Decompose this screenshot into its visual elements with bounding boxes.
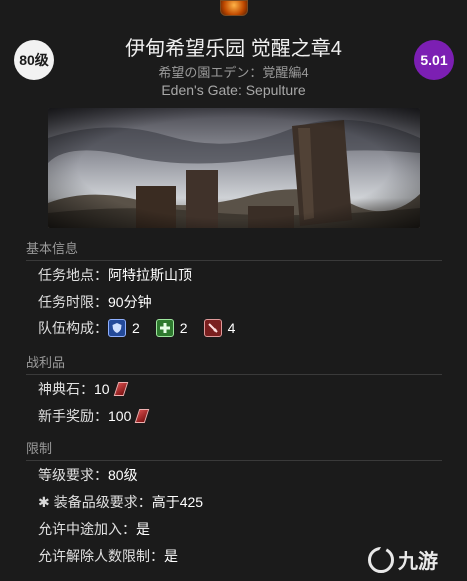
sword-icon	[203, 319, 222, 337]
level-requirement-value: 80级	[108, 467, 138, 483]
join-in-progress-row: 允许中途加入： 是	[38, 519, 150, 539]
watermark-logo-icon	[368, 546, 394, 573]
shield-icon	[108, 319, 126, 337]
section-basic-info: 基本信息	[26, 238, 442, 261]
level-requirement-label: 等级要求：	[38, 467, 108, 483]
rookie-bonus-label: 新手奖励：	[38, 408, 108, 424]
join-in-progress-value: 是	[136, 521, 150, 537]
duty-subtitle-jp: 希望の園エデン：覚醒編4	[158, 65, 309, 80]
item-level-requirement-value: 高于425	[151, 494, 204, 510]
time-limit-label: 任务时限：	[38, 294, 108, 310]
rookie-bonus-row: 新手奖励： 100	[38, 406, 150, 426]
unrestricted-party-label: 允许解除人数限制：	[38, 548, 164, 564]
healer-count: 2	[179, 320, 188, 336]
location-value: 阿特拉斯山顶	[108, 267, 192, 283]
cross-icon	[155, 319, 174, 337]
tomestone-row: 神典石： 10	[38, 379, 128, 399]
party-label: 队伍构成：	[38, 320, 108, 336]
dps-count: 4	[227, 320, 236, 336]
time-limit-row: 任务时限： 90分钟	[38, 292, 152, 312]
duty-banner-image	[48, 108, 420, 228]
item-level-requirement-row: ✱ 装备品级要求： 高于425	[38, 492, 203, 512]
duty-icon	[220, 0, 248, 16]
location-row: 任务地点： 阿特拉斯山顶	[38, 265, 192, 285]
tomestone-icon	[113, 382, 128, 396]
level-requirement-row: 等级要求： 80级	[38, 465, 138, 485]
time-limit-value: 90分钟	[108, 294, 152, 310]
location-label: 任务地点：	[38, 267, 108, 283]
unrestricted-party-row: 允许解除人数限制： 是	[38, 546, 178, 566]
join-in-progress-label: 允许中途加入：	[38, 521, 136, 537]
watermark: 九游	[368, 545, 438, 574]
tomestone-value: 10	[94, 381, 110, 397]
duty-title: 伊甸希望乐园 觉醒之章4	[125, 38, 342, 60]
tomestone-label: 神典石：	[38, 381, 94, 397]
tomestone-icon	[135, 409, 150, 423]
duty-subtitle-en: Eden's Gate: Sepulture	[161, 82, 306, 98]
watermark-text: 九游	[398, 551, 438, 573]
unrestricted-party-value: 是	[164, 548, 178, 564]
item-level-requirement-label: 装备品级要求：	[53, 494, 152, 510]
party-composition-row: 队伍构成： 2 2 4	[38, 318, 235, 338]
rookie-bonus-value: 100	[108, 408, 132, 424]
section-loot: 战利品	[26, 352, 442, 375]
tank-count: 2	[132, 320, 140, 336]
star-icon: ✱	[38, 493, 50, 510]
section-limits: 限制	[26, 438, 442, 461]
